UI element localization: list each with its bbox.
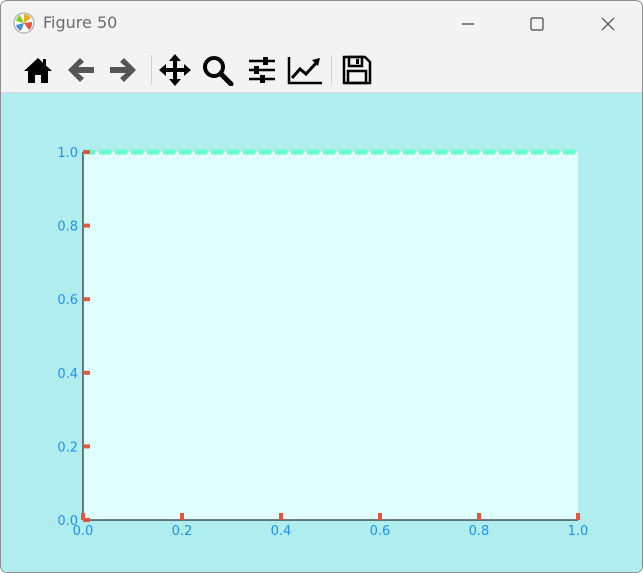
y-tick-label: 0.2 (57, 440, 78, 455)
title-bar[interactable]: Figure 50 (1, 1, 642, 47)
figure-window: Figure 50 0.0 0.2 0.4 0.6 0.8 1.0 0.0 0.… (0, 0, 643, 573)
minimize-button[interactable] (445, 9, 491, 39)
x-tick-label: 1.0 (568, 524, 589, 539)
home-icon (22, 55, 54, 85)
forward-button[interactable] (104, 53, 142, 87)
edit-axes-button[interactable] (286, 53, 324, 87)
toolbar-separator (331, 55, 332, 85)
arrow-right-icon (107, 55, 139, 85)
arrow-left-icon (65, 55, 97, 85)
plot-svg[interactable]: 0.0 0.2 0.4 0.6 0.8 1.00.00.20.40.60.81.0 (1, 93, 642, 572)
back-button[interactable] (62, 53, 100, 87)
y-tick-label: 0.4 (57, 367, 78, 382)
x-tick-label: 0.6 (370, 524, 391, 539)
minimize-icon (460, 16, 476, 32)
maximize-button[interactable] (514, 9, 560, 39)
matplotlib-logo-icon (13, 12, 35, 34)
close-button[interactable] (585, 9, 631, 39)
floppy-icon (341, 54, 373, 86)
magnifier-icon (201, 54, 235, 86)
maximize-icon (529, 16, 545, 32)
figure-canvas[interactable]: 0.0 0.2 0.4 0.6 0.8 1.0 0.0 0.2 0.4 0.6 0.8 1.0 (1, 93, 642, 572)
y-tick-label: 0.0 (57, 514, 78, 529)
axes-background (83, 152, 578, 520)
y-tick-label: 0.8 (57, 220, 78, 235)
window-title: Figure 50 (43, 13, 118, 32)
pan-button[interactable] (156, 53, 194, 87)
x-tick-label: 0.8 (469, 524, 490, 539)
move-icon (158, 53, 192, 87)
home-button[interactable] (19, 53, 57, 87)
configure-subplots-button[interactable] (243, 53, 281, 87)
x-tick-label: 0.4 (271, 524, 292, 539)
zoom-button[interactable] (199, 53, 237, 87)
y-tick-label: 0.6 (57, 293, 78, 308)
x-tick-label: 0.2 (172, 524, 193, 539)
close-icon (600, 16, 616, 32)
navigation-toolbar (1, 47, 642, 93)
save-button[interactable] (338, 53, 376, 87)
line-chart-icon (287, 55, 323, 85)
y-tick-label: 1.0 (57, 146, 78, 161)
toolbar-separator (151, 55, 152, 85)
sliders-icon (246, 55, 278, 85)
